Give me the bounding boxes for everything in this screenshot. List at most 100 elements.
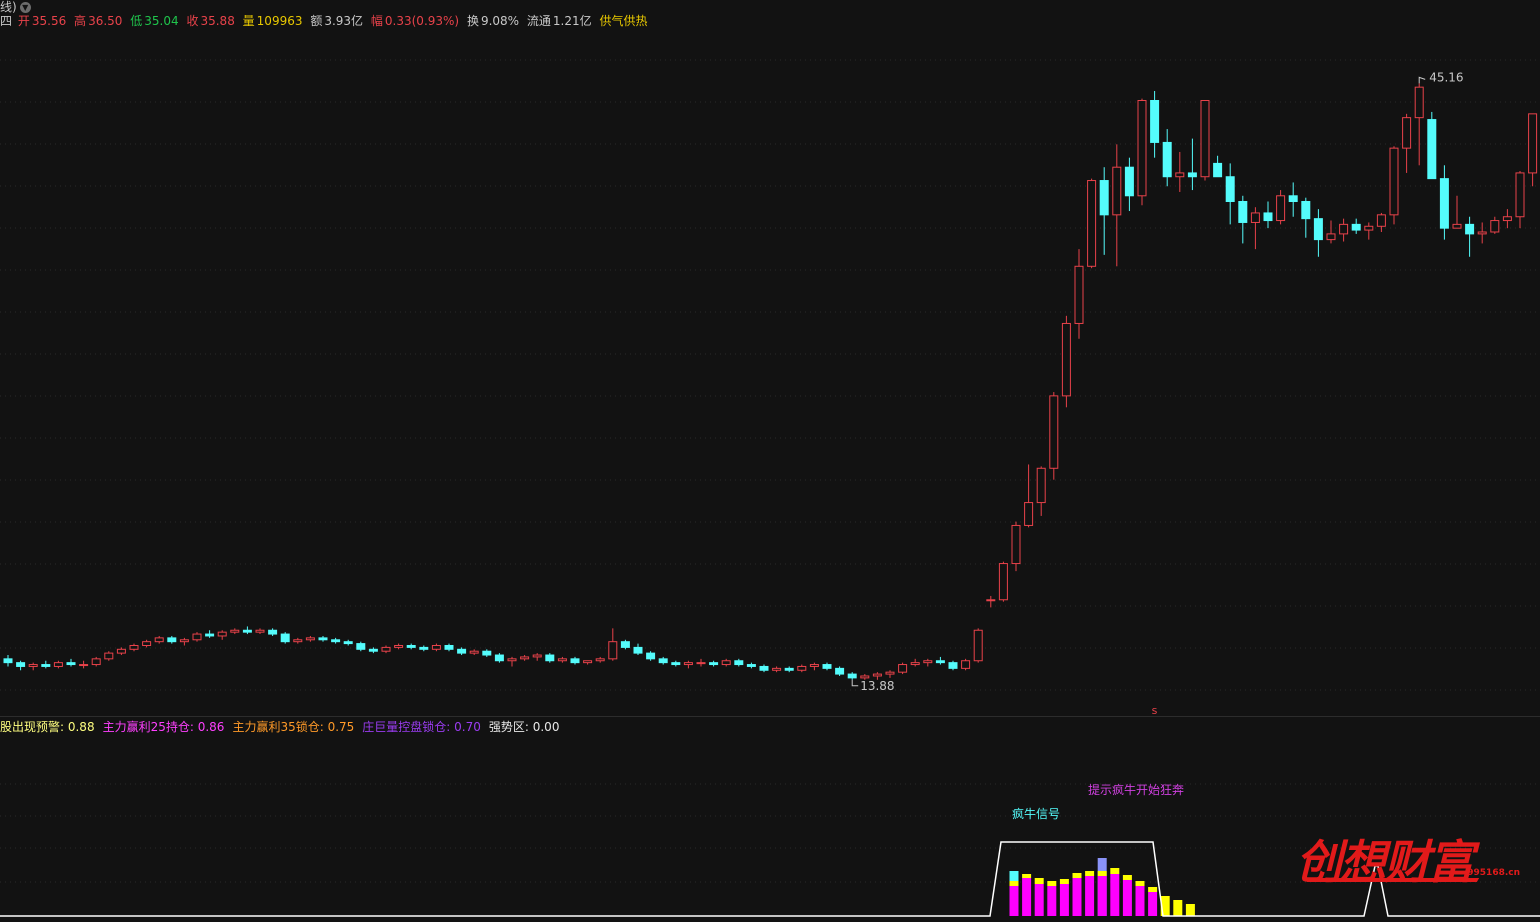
candle [1414, 83, 1424, 166]
candle-body-up [142, 641, 152, 646]
candle [3, 655, 13, 667]
candle-body-up [809, 664, 819, 667]
candle-body-down [620, 641, 630, 648]
candle-body-up [293, 639, 303, 643]
signal-marker: s [1152, 704, 1158, 716]
range-quote: 幅 0.33(0.93%) [370, 14, 460, 28]
candle [1213, 155, 1223, 178]
candle [154, 635, 164, 644]
yellow-segment [1173, 900, 1183, 916]
magenta-segment [1097, 876, 1107, 916]
candle-body-down [734, 660, 744, 666]
candle [973, 628, 983, 663]
candle-body-down [457, 648, 467, 654]
turnover-quote: 换 9.08% [466, 14, 520, 28]
magenta-segment [1135, 886, 1145, 916]
candle-body-down [570, 658, 580, 664]
candle-body-up [1364, 225, 1374, 231]
candle-body-up [998, 563, 1008, 601]
candle [746, 662, 756, 669]
candle-body-down [1263, 212, 1273, 222]
candle [268, 628, 278, 636]
candle-body-down [318, 637, 328, 641]
candle [1150, 90, 1160, 158]
candle-body-up [230, 629, 240, 633]
magenta-segment [1034, 884, 1044, 916]
indicator-bars [1009, 858, 1195, 916]
candle [608, 628, 618, 661]
candle [142, 639, 152, 648]
candle [116, 647, 126, 656]
watermark-text: 创想财富 [1296, 835, 1474, 889]
yellow-segment [1110, 868, 1120, 874]
candle [1137, 98, 1147, 206]
candle [331, 637, 341, 644]
candle-body-up [1276, 195, 1286, 222]
candle-body-up [797, 665, 807, 671]
candle [1364, 222, 1374, 240]
indicator-bar [1148, 887, 1158, 916]
candle [431, 643, 441, 652]
candle-body-down [633, 646, 643, 654]
candle [230, 628, 240, 635]
candle [318, 635, 328, 642]
candle [1288, 182, 1298, 217]
candle-body-up [520, 656, 530, 660]
candle-body-up [1011, 524, 1021, 565]
watermark-url: 995168.cn [1467, 868, 1520, 878]
candle-body-down [41, 664, 51, 667]
candle [1074, 249, 1084, 339]
yellow-segment [1148, 887, 1158, 892]
yellow-segment [1072, 873, 1082, 878]
candle [205, 630, 215, 638]
candle-body-down [847, 673, 857, 679]
candle-body-up [683, 662, 693, 666]
crazy-bull-hint-label: 提示疯牛开始狂奔 [1088, 782, 1184, 797]
candle-body-up [91, 658, 101, 666]
candle [1477, 222, 1487, 244]
candle [784, 666, 794, 673]
candle-body-down [16, 662, 26, 667]
indicator-legend: 股出现预警: 0.88 主力赢利25持仓: 0.86 主力赢利35锁仓: 0.75 庄… [0, 718, 567, 734]
candle-body-down [482, 650, 492, 656]
candle [595, 656, 605, 663]
candle-body-up [898, 664, 908, 673]
candle-body-up [1339, 223, 1349, 235]
candle-body-down [280, 633, 290, 643]
magenta-segment [1110, 874, 1120, 916]
candle [192, 632, 202, 642]
candlestick-chart[interactable]: 45.16 13.88 s [0, 30, 1540, 716]
candle [1351, 218, 1361, 234]
candle-body-up [860, 675, 870, 679]
magenta-segment [1085, 876, 1095, 916]
candle [419, 645, 429, 652]
volume-quote: 量 109963 [242, 14, 303, 28]
yellow-segment [1059, 879, 1069, 884]
weekday-label: 四 [0, 14, 13, 28]
sector-tag[interactable]: 供气供热 [599, 14, 647, 28]
candle [457, 647, 467, 656]
magenta-segment [1122, 880, 1132, 916]
candle [482, 649, 492, 657]
candle-body-down [205, 633, 215, 637]
candle [557, 656, 567, 663]
candle [41, 660, 51, 669]
candle-body-down [1238, 201, 1248, 223]
candle-body-down [1439, 178, 1449, 229]
candle [79, 660, 89, 669]
candle-body-up [255, 629, 265, 633]
candle [255, 628, 265, 635]
high-quote: 高 36.50 [74, 14, 123, 28]
candle-body-up [179, 639, 189, 643]
magenta-segment [1059, 884, 1069, 916]
candle-body-down [671, 662, 681, 666]
candle-body-up [885, 671, 895, 675]
candle [469, 649, 479, 656]
candle [986, 595, 996, 608]
candle [1049, 392, 1059, 480]
candle-body-up [1112, 166, 1122, 216]
min-price-marker: 13.88 [860, 679, 894, 693]
candle [1528, 113, 1538, 187]
panel-divider [0, 716, 1540, 717]
candle [520, 655, 530, 661]
